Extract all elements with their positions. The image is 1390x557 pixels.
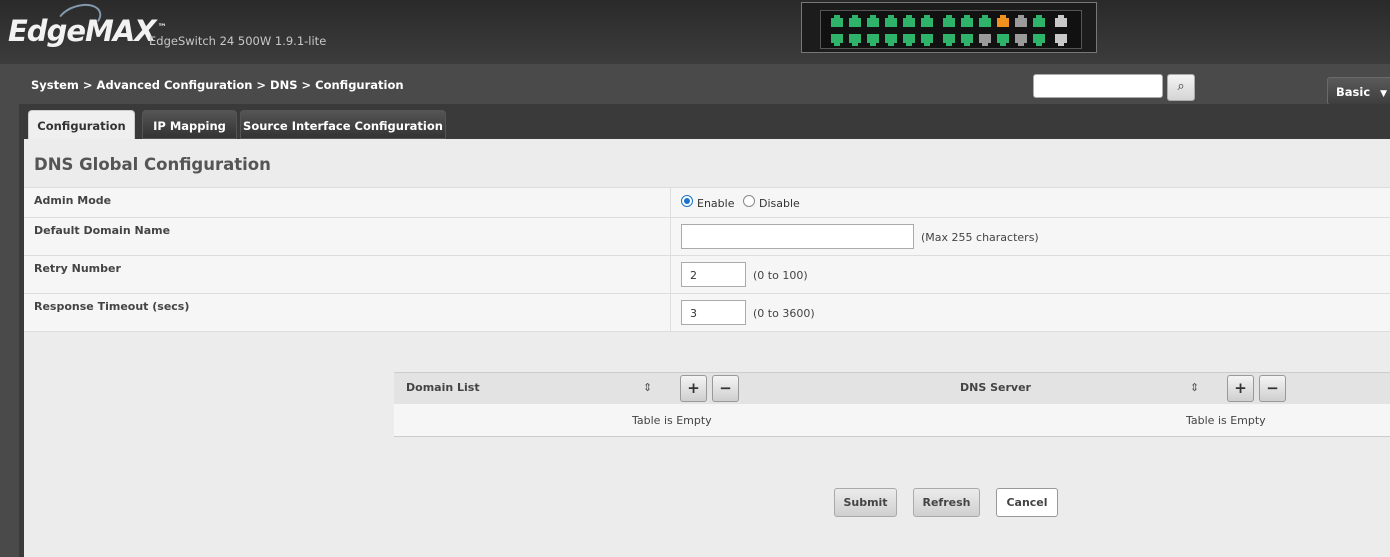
dns-server-remove-button[interactable]: −: [1259, 375, 1286, 402]
port-led[interactable]: [831, 15, 843, 27]
tab-source-interface-configuration[interactable]: Source Interface Configuration: [240, 110, 446, 139]
chevron-down-icon: ▼: [1380, 89, 1388, 99]
admin-mode-disable-radio[interactable]: [743, 195, 755, 207]
default-domain-input[interactable]: [681, 224, 914, 249]
domain-list-header[interactable]: Domain List: [406, 381, 480, 394]
port-led[interactable]: [961, 15, 973, 27]
cancel-button[interactable]: Cancel: [996, 488, 1058, 517]
dns-server-header[interactable]: DNS Server: [960, 381, 1031, 394]
app-header: EdgeMAX ™ EdgeSwitch 24 500W 1.9.1-lite: [0, 0, 1390, 64]
search-button[interactable]: ⌕: [1167, 74, 1195, 101]
admin-mode-enable-radio[interactable]: [681, 195, 693, 207]
mode-select[interactable]: Basic ▼: [1327, 77, 1390, 105]
port-led[interactable]: [921, 34, 933, 46]
port-led[interactable]: [1055, 15, 1067, 27]
retry-number-input[interactable]: 2: [681, 262, 746, 287]
submit-button[interactable]: Submit: [834, 488, 897, 517]
port-led[interactable]: [867, 15, 879, 27]
port-led[interactable]: [849, 15, 861, 27]
sort-icon[interactable]: ⇕: [643, 381, 652, 394]
mode-select-value: Basic: [1336, 85, 1371, 99]
section-title: DNS Global Configuration: [34, 155, 271, 174]
port-led[interactable]: [921, 15, 933, 27]
breadcrumb: System > Advanced Configuration > DNS > …: [31, 78, 404, 92]
sort-icon[interactable]: ⇕: [1190, 381, 1199, 394]
port-led[interactable]: [849, 34, 861, 46]
port-led[interactable]: [979, 34, 991, 46]
row-divider: [670, 188, 671, 217]
retry-number-label: Retry Number: [34, 262, 121, 275]
port-led[interactable]: [903, 34, 915, 46]
tab-configuration[interactable]: Configuration: [28, 110, 135, 139]
port-led[interactable]: [867, 34, 879, 46]
port-grid: [820, 10, 1082, 49]
port-led[interactable]: [903, 15, 915, 27]
port-led[interactable]: [1033, 34, 1045, 46]
admin-mode-label: Admin Mode: [34, 194, 112, 207]
response-timeout-row: Response Timeout (secs) 3 (0 to 3600): [24, 293, 1390, 332]
response-timeout-label: Response Timeout (secs): [34, 300, 190, 313]
port-led[interactable]: [997, 34, 1009, 46]
port-led[interactable]: [1015, 34, 1027, 46]
response-timeout-hint: (0 to 3600): [753, 307, 815, 320]
domain-list-empty: Table is Empty: [632, 414, 712, 427]
default-domain-row: Default Domain Name (Max 255 characters): [24, 217, 1390, 255]
tab-ip-mapping[interactable]: IP Mapping: [142, 110, 237, 139]
port-led[interactable]: [1015, 15, 1027, 27]
port-led[interactable]: [1055, 34, 1067, 46]
default-domain-hint: (Max 255 characters): [921, 231, 1039, 244]
port-led[interactable]: [943, 15, 955, 27]
port-status-panel[interactable]: [801, 2, 1097, 53]
logo-trademark: ™: [157, 23, 167, 34]
admin-mode-disable-label: Disable: [759, 197, 800, 210]
admin-mode-enable-label: Enable: [697, 197, 735, 210]
port-led[interactable]: [997, 15, 1009, 27]
dns-server-empty: Table is Empty: [1186, 414, 1266, 427]
search-input[interactable]: [1033, 74, 1163, 98]
table-header: Domain List ⇕ + − DNS Server ⇕ + −: [394, 372, 1390, 404]
row-divider: [670, 218, 671, 255]
dns-server-add-button[interactable]: +: [1227, 375, 1254, 402]
default-domain-label: Default Domain Name: [34, 224, 171, 237]
domain-list-remove-button[interactable]: −: [712, 375, 739, 402]
retry-number-row: Retry Number 2 (0 to 100): [24, 255, 1390, 293]
domain-list-add-button[interactable]: +: [680, 375, 707, 402]
port-led[interactable]: [885, 34, 897, 46]
retry-number-hint: (0 to 100): [753, 269, 808, 282]
port-led[interactable]: [885, 15, 897, 27]
port-led[interactable]: [831, 34, 843, 46]
row-divider: [670, 294, 671, 331]
row-divider: [670, 256, 671, 293]
port-led[interactable]: [1033, 15, 1045, 27]
port-led[interactable]: [979, 15, 991, 27]
port-led[interactable]: [943, 34, 955, 46]
port-led[interactable]: [961, 34, 973, 46]
device-name: EdgeSwitch 24 500W 1.9.1-lite: [149, 34, 327, 48]
refresh-button[interactable]: Refresh: [913, 488, 980, 517]
admin-mode-row: Admin Mode Enable Disable: [24, 187, 1390, 217]
table-body: Table is Empty Table is Empty: [394, 404, 1390, 437]
search-icon: ⌕: [1177, 79, 1185, 94]
response-timeout-input[interactable]: 3: [681, 300, 746, 325]
